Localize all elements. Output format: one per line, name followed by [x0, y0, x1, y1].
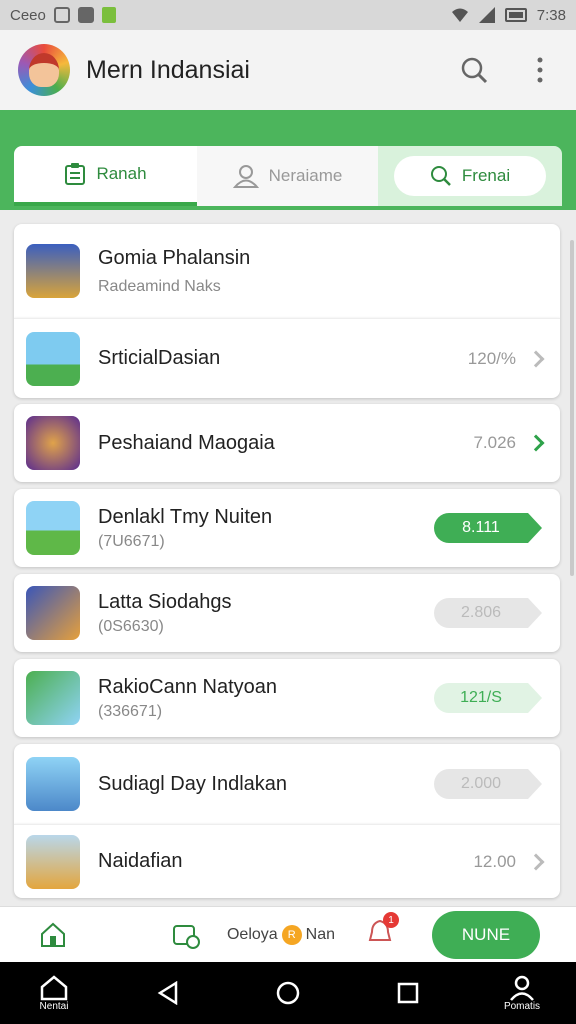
primary-action-button[interactable]: NUNE — [432, 910, 540, 959]
tab-profile-label: Neraiame — [268, 166, 343, 185]
game-thumbnail — [26, 416, 80, 470]
square-icon — [397, 982, 419, 1004]
nav-downloads-button[interactable]: Oeloya R Nan — [216, 924, 346, 945]
list-item[interactable]: SrticialDasian 120/% — [14, 318, 560, 398]
search-button[interactable] — [456, 52, 492, 88]
wifi-icon — [451, 8, 468, 22]
app-logo — [18, 44, 70, 96]
chevron-right-icon — [527, 853, 545, 870]
item-name: RakioCann Natyoan — [98, 675, 277, 698]
game-thumbnail — [26, 586, 80, 640]
game-list: Gomia Phalansin Radeamind Naks SrticialD… — [14, 224, 560, 898]
photo-icon — [77, 7, 94, 23]
item-badge[interactable]: 121/S — [434, 683, 542, 713]
list-item[interactable]: Latta Siodahgs (0S6630) 2.806 — [14, 574, 560, 652]
item-name: Peshaiand Maogaia — [98, 431, 275, 454]
game-thumbnail — [26, 331, 80, 386]
search-icon — [461, 57, 488, 84]
more-options-button[interactable] — [522, 52, 558, 88]
notification-icon — [53, 7, 70, 23]
item-subtitle: Radeamind Naks — [98, 277, 221, 295]
list-item[interactable]: Denlakl Tmy Nuiten (7U6671) 8.111 — [14, 489, 560, 567]
tab-search-label: Frenai — [461, 166, 511, 185]
list-item[interactable]: Naidafian 12.00 — [14, 824, 560, 898]
downloads-suffix: Nan — [305, 925, 336, 943]
recents-button[interactable] — [348, 982, 468, 1004]
system-nav-bar: Nentai Pomatis — [0, 962, 576, 1024]
status-time: 7:38 — [536, 6, 566, 24]
item-name: Latta Siodahgs — [98, 590, 232, 613]
item-name: Gomia Phalansin — [98, 246, 251, 269]
notification-badge: 1 — [383, 912, 399, 928]
system-profile-label: Pomatis — [503, 1000, 541, 1012]
user-icon — [232, 165, 259, 188]
item-badge[interactable]: 2.806 — [434, 598, 542, 628]
tab-profile[interactable]: Neraiame — [197, 146, 378, 206]
app-title: Mern Indansiai — [86, 55, 250, 84]
item-name: Naidafian — [98, 850, 183, 872]
back-icon — [157, 981, 178, 1005]
nav-library-button[interactable] — [156, 920, 216, 950]
nav-notifications-button[interactable]: 1 — [350, 912, 410, 951]
battery-icon — [504, 8, 527, 22]
clipboard-icon — [65, 163, 86, 185]
item-badge[interactable]: 8.111 — [434, 513, 542, 543]
chevron-right-icon — [527, 434, 545, 452]
status-bar: Ceeo 7:38 — [0, 0, 576, 30]
system-home-button[interactable]: Nentai — [0, 974, 108, 1012]
list-item[interactable]: RakioCann Natyoan (336671) 121/S — [14, 659, 560, 737]
home-icon — [41, 922, 65, 947]
item-value: 12.00 — [473, 851, 516, 871]
scrollbar[interactable] — [570, 240, 574, 576]
item-name: Denlakl Tmy Nuiten — [98, 505, 273, 528]
item-name: Sudiagl Day Indlakan — [98, 772, 288, 795]
game-thumbnail — [26, 834, 80, 889]
tab-home-label: Ranah — [96, 164, 147, 183]
coin-icon: R — [281, 924, 302, 945]
list-item[interactable]: Sudiagl Day Indlakan 2.000 — [14, 744, 560, 824]
search-icon — [430, 166, 451, 186]
item-value: 7.026 — [473, 433, 516, 452]
tab-bar: Ranah Neraiame Frenai — [14, 146, 562, 206]
item-badge[interactable]: 2.000 — [434, 769, 542, 799]
game-thumbnail — [26, 244, 80, 298]
library-icon — [173, 924, 200, 949]
user-icon — [510, 975, 534, 1001]
home-circle-button[interactable] — [228, 980, 348, 1006]
list-item[interactable]: Peshaiand Maogaia 7.026 — [14, 404, 560, 482]
home-icon — [40, 974, 68, 1000]
item-name: SrticialDasian — [98, 347, 221, 369]
back-button[interactable] — [108, 981, 228, 1005]
nav-home-button[interactable] — [0, 921, 106, 949]
item-subtitle: (7U6671) — [98, 532, 165, 550]
signal-icon — [478, 7, 495, 23]
app-notification-icon — [101, 7, 116, 23]
item-subtitle: (336671) — [98, 702, 163, 720]
bottom-nav: Oeloya R Nan 1 NUNE — [0, 906, 576, 962]
system-home-label: Nentai — [39, 1000, 69, 1012]
circle-icon — [276, 981, 300, 1005]
tab-home[interactable]: Ranah — [14, 146, 197, 206]
item-subtitle: (0S6630) — [98, 617, 164, 635]
carrier-text: Ceeo — [10, 6, 46, 24]
system-profile-button[interactable]: Pomatis — [468, 975, 576, 1012]
game-thumbnail — [26, 757, 80, 811]
tab-search[interactable]: Frenai — [394, 156, 546, 196]
more-vert-icon — [537, 57, 543, 83]
game-thumbnail — [26, 501, 80, 555]
app-bar: Mern Indansiai — [0, 30, 576, 110]
chevron-right-icon — [527, 350, 545, 367]
game-thumbnail — [26, 671, 80, 725]
list-item[interactable]: Gomia Phalansin Radeamind Naks — [14, 224, 560, 318]
item-value: 120/% — [467, 348, 516, 368]
downloads-label: Oeloya — [226, 925, 278, 943]
